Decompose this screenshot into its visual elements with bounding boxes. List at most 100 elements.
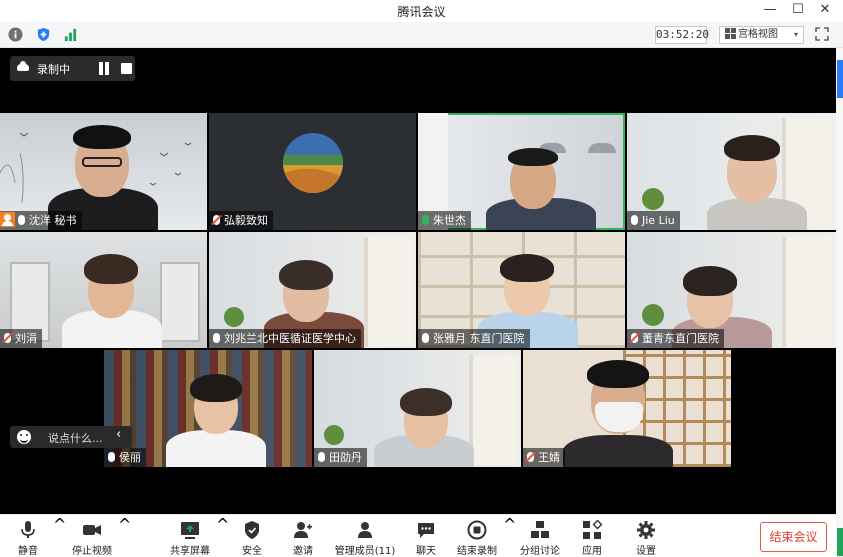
stop-video-label: 停止视频 — [72, 546, 112, 557]
mute-button[interactable]: 静音 — [10, 515, 46, 557]
manage-members-button[interactable]: 管理成员(11) — [333, 515, 397, 557]
chat-icon — [418, 523, 434, 538]
video-tile[interactable]: 董青东直门医院 — [627, 232, 836, 348]
info-icon[interactable] — [8, 27, 23, 42]
stop-video-button[interactable]: 停止视频 — [67, 515, 117, 557]
chat-input-bar[interactable]: 说点什么... ‹ — [10, 426, 132, 448]
mic-muted-icon — [213, 215, 220, 225]
mic-icon — [213, 333, 220, 343]
person-hair — [190, 374, 242, 402]
breakout-rooms-button[interactable]: 分组讨论 — [518, 515, 562, 557]
mic-icon — [18, 215, 25, 225]
participant-name: 刘兆兰北中医循证医学中心 — [224, 332, 356, 345]
share-screen-icon — [181, 522, 199, 539]
host-icon — [0, 212, 15, 227]
participant-name: 张雅月 东直门医院 — [433, 332, 525, 345]
apps-label: 应用 — [582, 546, 602, 557]
add-user-icon — [294, 522, 312, 538]
side-panel-tab[interactable] — [837, 60, 843, 98]
participant-label: Jie Liu — [627, 211, 680, 230]
apps-button[interactable]: 应用 — [576, 515, 608, 557]
view-mode-dropdown[interactable]: 宫格视图 ▾ — [719, 26, 804, 44]
title-bar: 腾讯会议 — ☐ ✕ — [0, 0, 843, 22]
recording-label: 录制中 — [37, 63, 70, 76]
person-hair — [84, 254, 138, 284]
person-body — [166, 430, 266, 467]
video-tile[interactable]: 弘毅致知 — [209, 113, 416, 230]
participant-name: 刘涓 — [15, 332, 37, 345]
video-tile[interactable]: Jie Liu — [627, 113, 836, 230]
share-screen-button[interactable]: 共享屏幕 — [166, 515, 214, 557]
invite-button[interactable]: 邀请 — [287, 515, 319, 557]
settings-label: 设置 — [636, 546, 656, 557]
chevron-down-icon: ▾ — [793, 30, 798, 39]
person-hair — [400, 388, 452, 416]
person-body — [563, 435, 673, 467]
chat-label: 聊天 — [416, 546, 436, 557]
security-label: 安全 — [242, 546, 262, 557]
participant-label: 侯丽 — [104, 448, 146, 467]
plant — [642, 188, 664, 210]
camera-icon — [83, 525, 101, 535]
participant-label: 弘毅致知 — [209, 211, 273, 230]
cabinet — [160, 262, 200, 342]
share-options-caret[interactable]: ^ — [216, 515, 229, 557]
participant-name: 董青东直门医院 — [642, 332, 719, 345]
participant-label: 田劭丹 — [314, 448, 367, 467]
grid-view-icon — [725, 28, 736, 39]
person-hair — [683, 266, 737, 296]
close-button[interactable]: ✕ — [810, 0, 840, 22]
video-tile[interactable]: 侯丽 — [104, 350, 312, 467]
side-panel-tab[interactable] — [837, 528, 843, 556]
minimize-button[interactable]: — — [755, 0, 785, 22]
mute-label: 静音 — [18, 546, 38, 557]
security-button[interactable]: 安全 — [236, 515, 268, 557]
participant-label: 沈洋 秘书 — [0, 211, 82, 230]
view-mode-label: 宫格视图 — [738, 29, 778, 40]
participant-label: 朱世杰 — [418, 211, 471, 230]
emoji-icon[interactable] — [17, 430, 31, 444]
person-hair — [500, 254, 554, 282]
participant-label: 刘涓 — [0, 329, 42, 348]
fullscreen-icon[interactable] — [815, 27, 829, 41]
participant-name: 弘毅致知 — [224, 214, 268, 227]
chat-input-placeholder[interactable]: 说点什么... — [48, 430, 103, 446]
meeting-timer: 03:52:20 — [655, 26, 709, 44]
video-tile[interactable]: 王婧 — [523, 350, 731, 467]
shield-icon[interactable] — [36, 27, 51, 42]
breakout-label: 分组讨论 — [520, 546, 560, 557]
recording-options-caret[interactable]: ^ — [503, 515, 516, 557]
end-recording-button[interactable]: 结束录制 — [454, 515, 500, 557]
pause-recording-button[interactable] — [98, 62, 110, 75]
breakout-icon — [531, 521, 549, 538]
bookshelf — [782, 237, 832, 347]
mute-options-caret[interactable]: ^ — [53, 515, 66, 557]
person-hair — [724, 135, 780, 161]
chat-button[interactable]: 聊天 — [410, 515, 442, 557]
person-hair — [279, 260, 333, 290]
maximize-button[interactable]: ☐ — [783, 0, 813, 22]
collapse-icon[interactable]: ‹ — [116, 427, 121, 442]
ceiling-lamp — [588, 143, 616, 153]
mic-active-icon — [422, 215, 429, 225]
video-tile[interactable]: 张雅月 东直门医院 — [418, 232, 625, 348]
plant — [224, 307, 244, 327]
members-icon — [358, 522, 372, 538]
share-label: 共享屏幕 — [170, 546, 210, 557]
cloud-icon — [17, 61, 29, 71]
stop-recording-button[interactable] — [121, 63, 132, 74]
video-tile-speaking[interactable]: 朱世杰 — [418, 113, 625, 230]
end-meeting-button[interactable]: 结束会议 — [760, 522, 827, 552]
video-tile[interactable]: 田劭丹 — [314, 350, 521, 467]
plant — [324, 425, 344, 445]
glasses — [82, 157, 122, 167]
video-options-caret[interactable]: ^ — [118, 515, 131, 557]
video-tile[interactable]: 沈洋 秘书 — [0, 113, 207, 230]
signal-icon[interactable] — [63, 27, 78, 42]
video-tile[interactable]: 刘兆兰北中医循证医学中心 — [209, 232, 416, 348]
video-tile[interactable]: 刘涓 — [0, 232, 207, 348]
side-strip — [836, 48, 843, 557]
settings-button[interactable]: 设置 — [630, 515, 662, 557]
person-hair — [508, 148, 558, 166]
person-hair — [73, 125, 131, 149]
